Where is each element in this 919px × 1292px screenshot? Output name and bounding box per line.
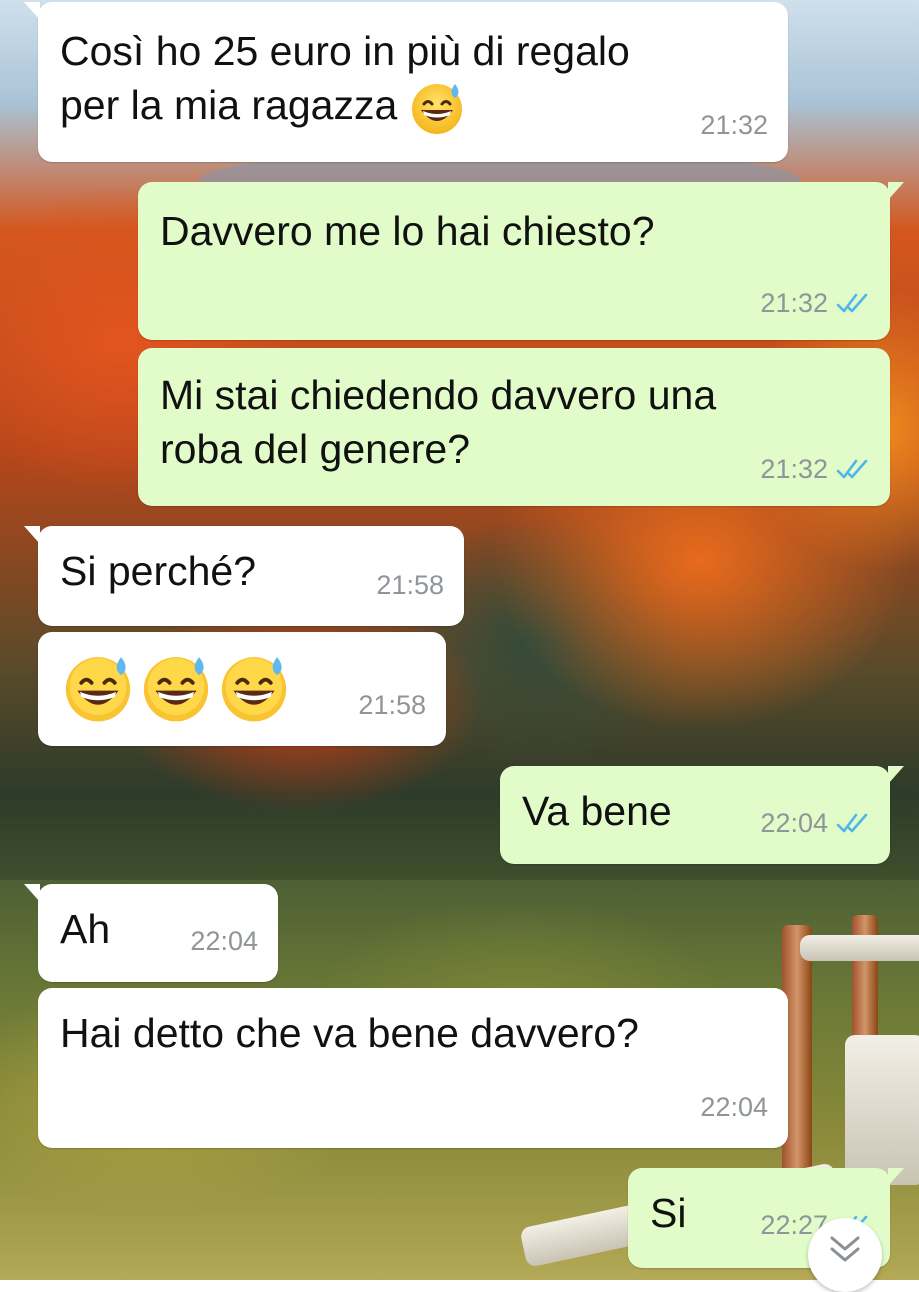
scroll-to-bottom-button[interactable]	[808, 1218, 882, 1292]
message-time: 22:04	[190, 926, 258, 956]
message-bubble-incoming[interactable]: 21:58	[38, 632, 446, 746]
double-check-icon	[836, 812, 870, 834]
message-bubble-outgoing[interactable]: Davvero me lo hai chiesto? 21:32	[138, 182, 904, 340]
message-text: Davvero me lo hai chiesto?	[160, 208, 655, 254]
grinning-face-with-sweat-emoji	[62, 652, 134, 724]
message-meta: 22:04	[190, 914, 258, 968]
message-time: 21:58	[358, 690, 426, 720]
message-bubble-incoming[interactable]: Si perché? 21:58	[24, 526, 464, 626]
message-meta: 21:58	[376, 558, 444, 612]
message-text: Hai detto che va bene davvero?	[60, 1010, 639, 1056]
conversation: Così ho 25 euro in più di regalo per la …	[0, 0, 919, 1280]
message-bubble-incoming[interactable]: Così ho 25 euro in più di regalo per la …	[24, 2, 788, 162]
double-check-icon	[836, 292, 870, 314]
message-time: 22:04	[760, 808, 828, 838]
message-bubble-outgoing[interactable]: Mi stai chiedendo davvero una roba del g…	[138, 348, 890, 506]
message-meta: 21:58	[358, 678, 426, 732]
message-meta: 22:04	[760, 796, 870, 850]
message-bubble-incoming[interactable]: Ah 22:04	[24, 884, 278, 982]
message-time: 21:58	[376, 570, 444, 600]
message-meta: 21:32	[700, 98, 768, 152]
message-time: 21:32	[760, 288, 828, 318]
double-check-icon	[836, 458, 870, 480]
grinning-face-with-sweat-emoji	[409, 80, 465, 136]
message-bubble-outgoing[interactable]: Va bene 22:04	[500, 766, 904, 864]
message-meta: 21:32	[760, 276, 870, 330]
grinning-face-with-sweat-emoji	[140, 652, 212, 724]
message-bubble-incoming[interactable]: Hai detto che va bene davvero? 22:04	[38, 988, 788, 1148]
message-time: 21:32	[700, 110, 768, 140]
chevron-double-down-icon	[828, 1218, 862, 1269]
grinning-face-with-sweat-emoji	[218, 652, 290, 724]
message-text: Così ho 25 euro in più di regalo per la …	[60, 28, 630, 128]
message-meta: 21:32	[760, 442, 870, 496]
message-time: 21:32	[760, 454, 828, 484]
message-time: 22:04	[700, 1092, 768, 1122]
message-meta: 22:04	[700, 1080, 768, 1134]
